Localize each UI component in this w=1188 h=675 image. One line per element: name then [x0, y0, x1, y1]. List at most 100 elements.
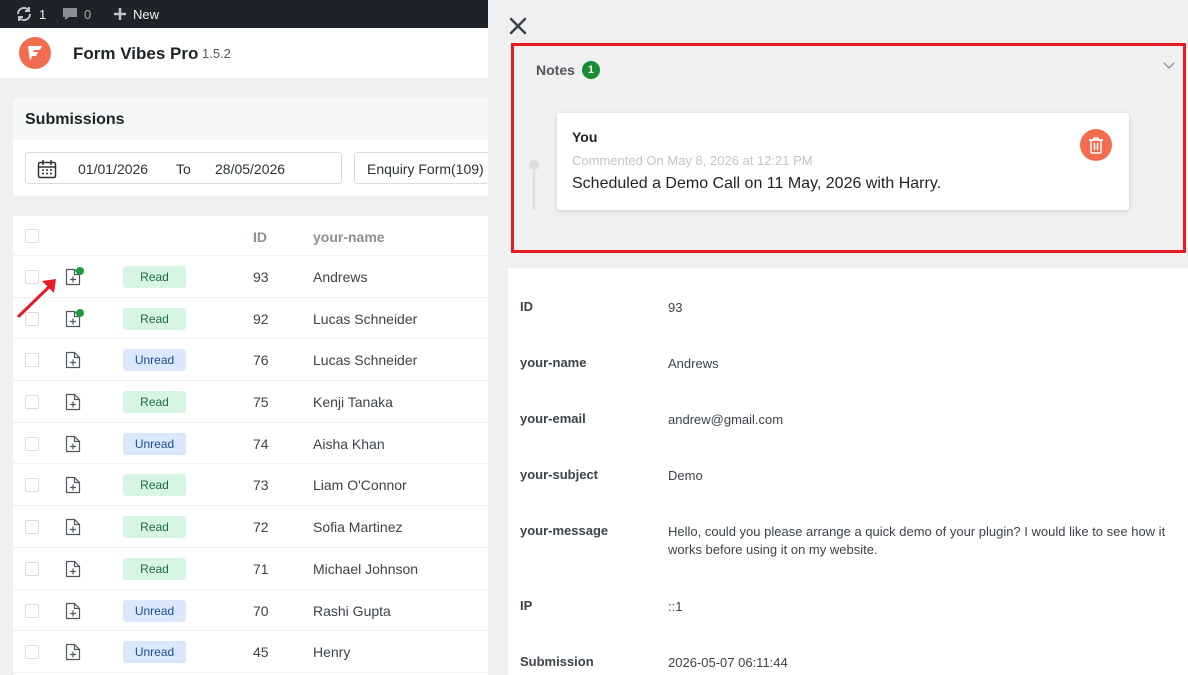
- table-header: ID your-name: [13, 216, 488, 256]
- column-header-your-name[interactable]: your-name: [313, 229, 385, 245]
- detail-label: ID: [520, 299, 533, 314]
- select-all-checkbox[interactable]: [25, 229, 39, 243]
- table-row[interactable]: Read 75 Kenji Tanaka: [13, 381, 488, 423]
- notes-title: Notes: [536, 62, 575, 78]
- status-badge: Read: [123, 391, 186, 414]
- note-indicator-dot: [76, 267, 84, 275]
- updates-icon: [16, 6, 32, 22]
- detail-label: your-name: [520, 355, 587, 370]
- cell-your-name: Lucas Schneider: [313, 352, 418, 369]
- calendar-icon: [37, 160, 57, 179]
- page-title: Submissions: [25, 111, 125, 128]
- comments-icon: [63, 8, 77, 20]
- row-checkbox[interactable]: [25, 561, 39, 576]
- status-badge: Read: [123, 516, 186, 539]
- submissions-title-bar: Submissions: [13, 98, 488, 140]
- detail-label: your-subject: [520, 467, 599, 482]
- row-checkbox[interactable]: [25, 395, 39, 410]
- table-row[interactable]: Unread 76 Lucas Schneider: [13, 339, 488, 382]
- plugin-header: Form Vibes Pro 1.5.2: [0, 28, 488, 78]
- cell-id: 93: [253, 269, 269, 285]
- status-badge: Read: [123, 557, 186, 580]
- row-checkbox[interactable]: [25, 645, 39, 660]
- note-author: You: [572, 129, 598, 145]
- row-checkbox[interactable]: [25, 603, 39, 618]
- plus-icon: [114, 8, 126, 20]
- table-row[interactable]: Read 72 Sofia Martinez: [13, 506, 488, 548]
- add-note-icon[interactable]: [65, 643, 81, 661]
- submission-detail-drawer: Notes 1 You Commented On May 8, 2026 at …: [488, 0, 1188, 675]
- cell-your-name: Andrews: [313, 269, 368, 285]
- add-note-icon[interactable]: [65, 602, 81, 620]
- detail-value: andrew@gmail.com: [668, 412, 784, 427]
- detail-label: your-message: [520, 523, 609, 538]
- cell-id: 71: [253, 560, 269, 577]
- app-version: 1.5.2: [202, 46, 231, 61]
- cell-id: 70: [253, 602, 269, 619]
- detail-label: your-email: [520, 411, 586, 426]
- detail-value: Andrews: [668, 356, 719, 371]
- row-checkbox[interactable]: [25, 436, 39, 451]
- table-row[interactable]: Unread 74 Aisha Khan: [13, 423, 488, 465]
- detail-value: 93: [668, 300, 683, 315]
- table-row[interactable]: Unread 70 Rashi Gupta: [13, 590, 488, 632]
- row-checkbox[interactable]: [25, 520, 39, 535]
- cell-your-name: Henry: [313, 644, 351, 661]
- status-badge: Unread: [123, 599, 186, 622]
- detail-label: Submission: [520, 654, 594, 669]
- notes-section: Notes 1 You Commented On May 8, 2026 at …: [511, 43, 1186, 253]
- status-badge: Read: [123, 307, 186, 330]
- row-checkbox[interactable]: [25, 353, 39, 368]
- date-range-picker[interactable]: 01/01/2026 To 28/05/2026: [25, 152, 342, 184]
- cell-id: 73: [253, 477, 269, 494]
- add-note-icon[interactable]: [65, 560, 81, 578]
- row-checkbox[interactable]: [25, 478, 39, 493]
- chevron-down-icon[interactable]: [1163, 62, 1175, 70]
- cell-your-name: Sofia Martinez: [313, 519, 403, 536]
- delete-note-button[interactable]: [1080, 129, 1112, 161]
- admin-bar: 1 0 New: [0, 0, 488, 28]
- notes-header[interactable]: Notes 1: [536, 61, 600, 79]
- cell-your-name: Lucas Schneider: [313, 310, 418, 327]
- table-row[interactable]: Unread 45 Henry: [13, 631, 488, 673]
- annotation-arrow-icon: [17, 279, 56, 318]
- detail-label: IP: [520, 598, 533, 613]
- close-icon[interactable]: [509, 17, 527, 35]
- cell-your-name: Michael Johnson: [313, 560, 419, 577]
- note-indicator-dot: [76, 308, 84, 317]
- date-from: 01/01/2026: [78, 161, 149, 177]
- timeline-line: [533, 164, 535, 210]
- table-row[interactable]: Read 93 Andrews: [13, 256, 488, 298]
- status-badge: Read: [123, 266, 186, 288]
- add-note-icon[interactable]: [65, 351, 81, 369]
- submissions-panel: Submissions 01/01/2026 To 28/05/2026 Enq…: [13, 98, 499, 196]
- status-badge: Read: [123, 474, 186, 497]
- add-note-icon[interactable]: [65, 435, 81, 453]
- detail-value: Hello, could you please arrange a quick …: [668, 524, 1166, 557]
- updates-count: 1: [39, 6, 47, 22]
- status-badge: Unread: [123, 349, 186, 372]
- table-row[interactable]: Read 71 Michael Johnson: [13, 548, 488, 590]
- table-row[interactable]: Read 73 Liam O'Connor: [13, 464, 488, 507]
- add-note-icon[interactable]: [65, 393, 81, 411]
- status-badge: Unread: [123, 641, 186, 664]
- column-header-id[interactable]: ID: [253, 229, 267, 245]
- updates-item[interactable]: 1: [15, 0, 46, 28]
- cell-id: 76: [253, 352, 269, 369]
- table-row[interactable]: Read 92 Lucas Schneider: [13, 298, 488, 340]
- submissions-table: ID your-name Read 93 Andrews Read 92 Lucas Sc…: [13, 216, 488, 675]
- add-note-icon[interactable]: [65, 518, 81, 536]
- cell-your-name: Aisha Khan: [313, 435, 385, 452]
- comments-count: 0: [84, 6, 92, 22]
- new-item[interactable]: New: [113, 0, 159, 28]
- cell-id: 75: [253, 394, 269, 411]
- cell-your-name: Rashi Gupta: [313, 602, 391, 619]
- trash-icon: [1089, 137, 1103, 154]
- cell-id: 74: [253, 435, 269, 452]
- notes-count-badge: 1: [581, 61, 600, 79]
- cell-id: 92: [253, 310, 269, 327]
- comments-item[interactable]: 0: [62, 0, 91, 28]
- submission-details: ID 93 your-name Andrews your-email andrew@gma…: [508, 268, 1188, 675]
- form-select[interactable]: Enquiry Form(109): [354, 152, 499, 184]
- add-note-icon[interactable]: [65, 476, 81, 494]
